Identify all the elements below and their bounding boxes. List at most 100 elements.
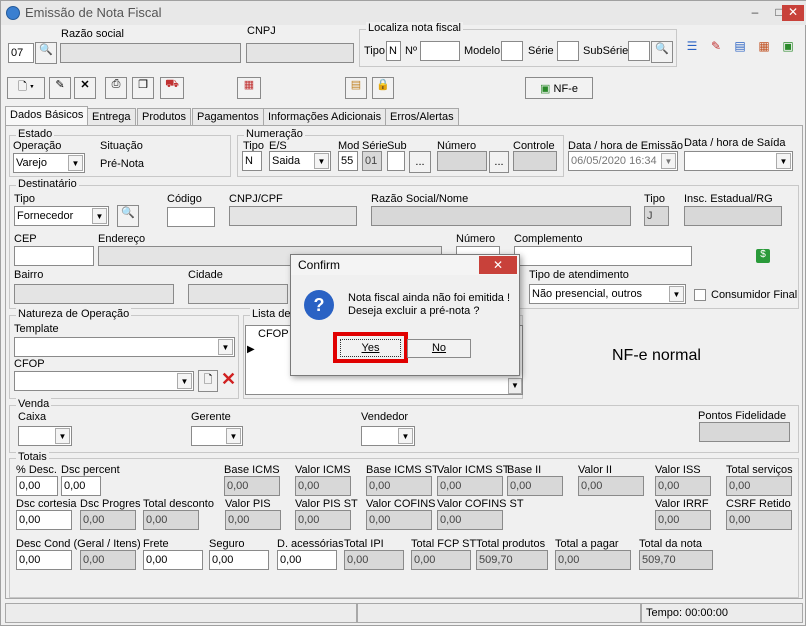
tab-dados-basicos[interactable]: Dados Básicos <box>5 106 89 126</box>
cfop-add-button[interactable]: 🗋 <box>198 370 218 392</box>
delete-button[interactable]: ✕ <box>74 77 96 99</box>
consumidor-final-checkbox[interactable] <box>694 289 706 301</box>
totais-row3-field-3[interactable]: 0,00 <box>209 550 269 570</box>
copy-icon: ❐ <box>138 79 148 91</box>
totais-row1-label-4: Base ICMS ST <box>366 464 439 476</box>
totais-row3-field-4[interactable]: 0,00 <box>277 550 337 570</box>
edit-button[interactable]: ✎ <box>49 77 71 99</box>
localiza-tipo-input[interactable]: N <box>386 41 401 61</box>
dest-atendimento-select[interactable]: Não presencial, outros ▼ <box>529 284 686 304</box>
document-icon[interactable]: ▤ <box>731 39 749 53</box>
close-button[interactable]: ✕ <box>782 5 804 21</box>
export-icon[interactable]: ▣ <box>779 39 797 53</box>
localiza-subserie-label: SubSérie <box>583 45 629 57</box>
num-sub-lookup-button[interactable]: ... <box>409 151 431 173</box>
totais-row1-field-8: 0,00 <box>655 476 711 496</box>
num-sub-input[interactable] <box>387 151 405 171</box>
totais-row1-field-5: 0,00 <box>437 476 503 496</box>
totais-row2-field-2: 0,00 <box>143 510 199 530</box>
calendar-button[interactable]: ▦ <box>237 77 261 99</box>
dest-tipo2-label: Tipo <box>644 193 665 205</box>
totais-row2-field-0[interactable]: 0,00 <box>16 510 72 530</box>
dest-atendimento-label: Tipo de atendimento <box>529 269 629 281</box>
dest-bairro-input[interactable] <box>14 284 174 304</box>
chevron-down-icon: ▼ <box>55 428 70 444</box>
search-button[interactable]: 🔍 <box>35 42 57 64</box>
localiza-modelo-input[interactable] <box>501 41 523 61</box>
nfe-button[interactable]: ▣ NF-e <box>525 77 593 99</box>
chevron-down-icon: ▼ <box>776 153 791 169</box>
caixa-select[interactable]: ▼ <box>18 426 72 446</box>
truck-button[interactable]: ⛟ <box>160 77 184 99</box>
grid-icon[interactable]: ▦ <box>755 39 773 53</box>
totais-row3-label-7: Total produtos <box>476 538 546 550</box>
lista-scroll-down[interactable]: ▼ <box>508 378 522 394</box>
localiza-no-input[interactable] <box>420 41 460 61</box>
totais-row1-label-8: Valor ISS <box>655 464 701 476</box>
tab-erros-alertas[interactable]: Erros/Alertas <box>385 108 459 126</box>
tab-entrega[interactable]: Entrega <box>87 108 136 126</box>
cfop-select[interactable]: ▼ <box>14 371 194 391</box>
tab-produtos[interactable]: Produtos <box>137 108 192 126</box>
dialog-close-button[interactable]: ✕ <box>479 256 517 274</box>
numeracao-caption: Numeração <box>244 128 305 140</box>
codigo-input[interactable]: 07 <box>8 43 34 63</box>
new-button[interactable]: 🗋 ▾ <box>7 77 45 99</box>
status-tempo: Tempo: 00:00:00 <box>641 603 803 623</box>
truck-icon: ⛟ <box>165 78 179 90</box>
num-tipo-input[interactable]: N <box>242 151 262 171</box>
totais-row1-field-1[interactable]: 0,00 <box>61 476 101 496</box>
money-icon[interactable]: $ <box>756 249 770 263</box>
dest-cep-input[interactable] <box>14 246 94 266</box>
totais-row2-label-8: CSRF Retido <box>726 498 791 510</box>
dest-complemento-input[interactable] <box>514 246 692 266</box>
num-numero-lookup-button[interactable]: ... <box>489 151 509 173</box>
dest-cnpj-input[interactable] <box>229 206 357 226</box>
totais-row3-field-6: 0,00 <box>411 550 471 570</box>
num-mod-input[interactable]: 55 <box>338 151 358 171</box>
totais-row1-field-7: 0,00 <box>578 476 644 496</box>
nfe-button-label: NF-e <box>553 83 578 95</box>
dest-codigo-input[interactable] <box>167 207 215 227</box>
totais-row3-field-0[interactable]: 0,00 <box>16 550 72 570</box>
razao-social-label: Razão social <box>61 28 124 40</box>
destinatario-caption: Destinatário <box>16 178 79 190</box>
localiza-serie-input[interactable] <box>557 41 579 61</box>
localiza-subserie-input[interactable] <box>628 41 650 61</box>
totais-row1-field-0[interactable]: 0,00 <box>16 476 58 496</box>
status-panel-1 <box>5 603 357 623</box>
tag-icon[interactable]: ✎ <box>707 39 725 53</box>
print-button[interactable]: ⎙ <box>105 77 127 99</box>
gerente-select[interactable]: ▼ <box>191 426 243 446</box>
dest-cidade-input[interactable] <box>188 284 288 304</box>
num-es-select[interactable]: Saida ▼ <box>269 151 331 171</box>
vendedor-select[interactable]: ▼ <box>361 426 415 446</box>
totais-row1-label-6: Base II <box>507 464 542 476</box>
minimize-button[interactable]: – <box>743 5 767 21</box>
calculator-button[interactable]: ▤ <box>345 77 367 99</box>
copy-button[interactable]: ❐ <box>132 77 154 99</box>
chevron-down-icon: ▼ <box>68 155 83 171</box>
lock-button[interactable]: 🔒 <box>372 77 394 99</box>
operacao-label: Operação <box>13 140 62 152</box>
dest-search-button[interactable]: 🔍 <box>117 205 139 227</box>
totais-row3-field-2[interactable]: 0,00 <box>143 550 203 570</box>
chevron-down-icon: ▼ <box>226 428 241 444</box>
totais-row3-label-8: Total a pagar <box>555 538 619 550</box>
cfop-remove-icon[interactable]: ✕ <box>221 369 239 391</box>
template-select[interactable]: ▼ <box>14 337 235 357</box>
no-button[interactable]: No <box>407 339 471 358</box>
tab-informacoes-adicionais[interactable]: Informações Adicionais <box>263 108 387 126</box>
list-icon[interactable]: ☰ <box>683 39 701 53</box>
consumidor-final-label: Consumidor Final <box>711 289 798 301</box>
dest-tipo-select[interactable]: Fornecedor ▼ <box>14 206 109 226</box>
localiza-search-button[interactable]: 🔍 <box>651 41 673 63</box>
totais-row3-label-5: Total IPI <box>344 538 384 550</box>
operacao-select[interactable]: Varejo ▼ <box>13 153 85 173</box>
saida-datetime[interactable]: ▼ <box>684 151 793 171</box>
tab-pagamentos[interactable]: Pagamentos <box>192 108 264 126</box>
dialog-message-line1: Nota fiscal ainda não foi emitida ! <box>348 292 511 304</box>
localiza-tipo-label: Tipo <box>364 45 385 57</box>
yes-button[interactable]: Yes <box>340 339 401 357</box>
totais-row1-label-5: Valor ICMS ST <box>437 464 510 476</box>
